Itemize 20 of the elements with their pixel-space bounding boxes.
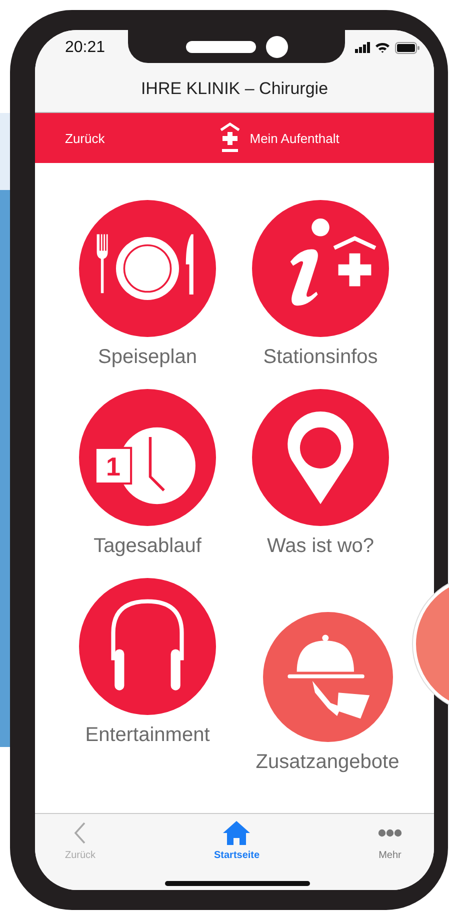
battery-icon [395,42,420,54]
back-link[interactable]: Zurück [65,130,105,146]
tab-bar-item[interactable]: Mehr [368,820,412,868]
tab-bar-item[interactable]: Startseite [204,820,270,868]
signal-icon [355,42,370,53]
menu-tile[interactable]: Zusatzangebote [248,612,407,774]
chevron-left-icon [74,822,86,844]
app-title: IHRE KLINIK – Chirurgie [140,78,328,98]
menu-tile[interactable]: Entertainment [61,578,234,774]
status-time: 20:21 [65,38,106,56]
home-icon [223,821,250,845]
menu-tile[interactable]: Was ist wo? [234,389,407,558]
section-title: Mein Aufenthalt [250,130,340,146]
house-cross-icon [220,122,240,154]
wifi-icon [375,42,390,53]
calendar-clock-icon: 1 [79,389,216,526]
menu-tile[interactable]: Stationsinfos [234,200,407,369]
menu-tile[interactable]: 1 Tagesablauf [61,389,234,558]
menu-tile[interactable]: Speiseplan [61,200,234,369]
more-icon [378,829,402,837]
